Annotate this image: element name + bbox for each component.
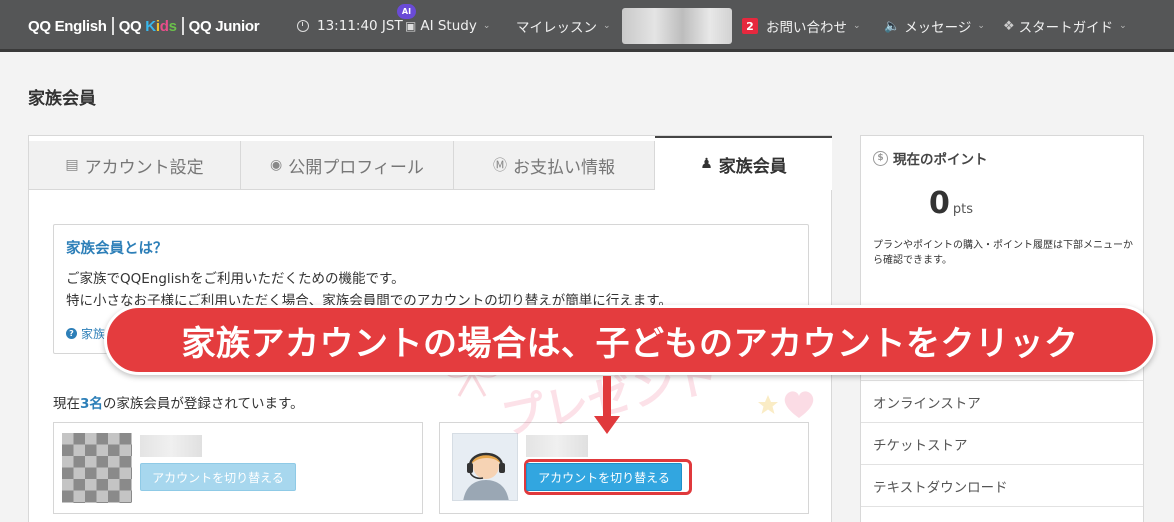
member-count-number: 3名 — [80, 396, 103, 412]
chevron-down-icon: ⌄ — [482, 21, 491, 31]
tab-account-settings[interactable]: ▤ アカウント設定 — [29, 141, 241, 190]
user-menu[interactable] — [622, 8, 732, 44]
member-count-suffix: の家族会員が登録されています。 — [102, 396, 304, 412]
chevron-down-icon: ⌄ — [603, 21, 611, 31]
tab-label: 公開プロフィール — [288, 157, 424, 178]
logo-divider — [181, 17, 184, 35]
tab-bar: ▤ アカウント設定 ◉ 公開プロフィール Ⓜ お支払い情報 ♟ 家族会員 — [29, 136, 833, 190]
nav-my-lessons-label: マイレッスン — [516, 20, 597, 36]
chevron-down-icon: ⌄ — [853, 21, 861, 31]
speaker-icon: 🔈 — [884, 18, 901, 34]
logo-divider — [111, 17, 114, 35]
globe-icon: ◉ — [270, 157, 283, 173]
question-icon: ? — [66, 328, 77, 339]
member-card: アカウントを切り替える — [439, 422, 809, 514]
points-description: プランやポイントの購入・ポイント履歴は下部メニューから確認できます。 — [873, 240, 1133, 266]
points-value: 0 pts — [929, 186, 973, 221]
compass-icon: ❖ — [1003, 18, 1015, 34]
document-icon: ▤ — [65, 157, 79, 173]
tab-label: アカウント設定 — [84, 157, 204, 178]
family-icon: ♟ — [700, 156, 713, 172]
member-count: 現在3名の家族会員が登録されています。 — [53, 392, 304, 412]
clock-time: 13:11:40 JST — [317, 18, 403, 34]
switch-account-button[interactable]: アカウントを切り替える — [140, 463, 296, 491]
clock: 13:11:40 JST — [297, 16, 403, 36]
nav-messages[interactable]: 🔈 メッセージ ⌄ — [884, 16, 985, 37]
child-avatar-icon — [453, 434, 517, 500]
heart-decoration — [784, 391, 814, 418]
nav-contact[interactable]: 2 お問い合わせ ⌄ — [742, 16, 861, 36]
member-count-prefix: 現在 — [53, 396, 80, 412]
nav-start-guide[interactable]: ❖ スタートガイド ⌄ — [1003, 16, 1127, 37]
arrow-down-icon — [594, 416, 620, 434]
tab-family-members[interactable]: ♟ 家族会員 — [655, 136, 832, 190]
avatar — [62, 433, 132, 503]
sidebar-link-faq[interactable]: よくある質問 — [861, 506, 1143, 522]
tab-label: お支払い情報 — [513, 157, 615, 178]
points-title-label: 現在のポイント — [893, 152, 988, 168]
annotation-banner: 家族アカウントの場合は、子どものアカウントをクリック — [104, 305, 1156, 375]
sidebar-link-online-store[interactable]: オンラインストア — [861, 380, 1143, 422]
info-title: 家族会員とは？ — [66, 241, 168, 257]
sidebar-link-text-download[interactable]: テキストダウンロード — [861, 464, 1143, 506]
logo-qq-english: QQ English — [28, 17, 107, 35]
top-nav: QQ English QQ Kids QQ Junior 13:11:40 JS… — [0, 0, 1174, 52]
logo-qq-kids: QQ Kids — [118, 17, 177, 35]
dollar-coin-icon: Ⓜ — [493, 158, 507, 174]
tab-payment-info[interactable]: Ⓜ お支払い情報 — [454, 141, 655, 190]
nav-ai-study-label: AI Study — [420, 18, 477, 34]
annotation-banner-text: 家族アカウントの場合は、子どものアカウントをクリック — [181, 323, 1079, 364]
notification-badge: 2 — [742, 18, 758, 34]
points-unit: pts — [952, 202, 973, 217]
nav-start-guide-label: スタートガイド — [1018, 20, 1114, 36]
logo[interactable]: QQ English QQ Kids QQ Junior — [28, 14, 260, 38]
nav-contact-label: お問い合わせ — [766, 20, 847, 36]
star-decoration — [758, 395, 778, 414]
dollar-coin-icon: $ — [873, 150, 888, 166]
member-name — [140, 435, 202, 457]
tab-label: 家族会員 — [718, 156, 787, 177]
points-title: $ 現在のポイント — [873, 148, 988, 168]
tab-public-profile[interactable]: ◉ 公開プロフィール — [241, 141, 454, 190]
nav-my-lessons[interactable]: マイレッスン ⌄ — [516, 16, 611, 36]
page-title: 家族会員 — [28, 89, 96, 109]
help-link[interactable]: ? 家族 — [66, 325, 105, 342]
help-link-label: 家族 — [81, 327, 106, 341]
logo-qq-junior: QQ Junior — [188, 17, 260, 35]
info-line: ご家族でQQEnglishをご利用いただくための機能です。 — [66, 271, 405, 287]
member-card: アカウントを切り替える — [53, 422, 423, 514]
chevron-down-icon: ⌄ — [1119, 21, 1127, 31]
chevron-down-icon: ⌄ — [977, 21, 985, 31]
member-name — [526, 435, 588, 457]
nav-ai-study[interactable]: ▣ AI Study ⌄ — [405, 16, 490, 36]
graduation-cap-icon: ▣ — [405, 19, 417, 33]
nav-messages-label: メッセージ — [904, 20, 972, 36]
switch-account-button[interactable]: アカウントを切り替える — [526, 463, 682, 491]
sidebar-link-ticket-store[interactable]: チケットストア — [861, 422, 1143, 464]
annotation-arrow — [603, 376, 611, 418]
points-number: 0 — [929, 186, 950, 221]
avatar — [452, 433, 518, 501]
clock-icon — [297, 20, 309, 32]
